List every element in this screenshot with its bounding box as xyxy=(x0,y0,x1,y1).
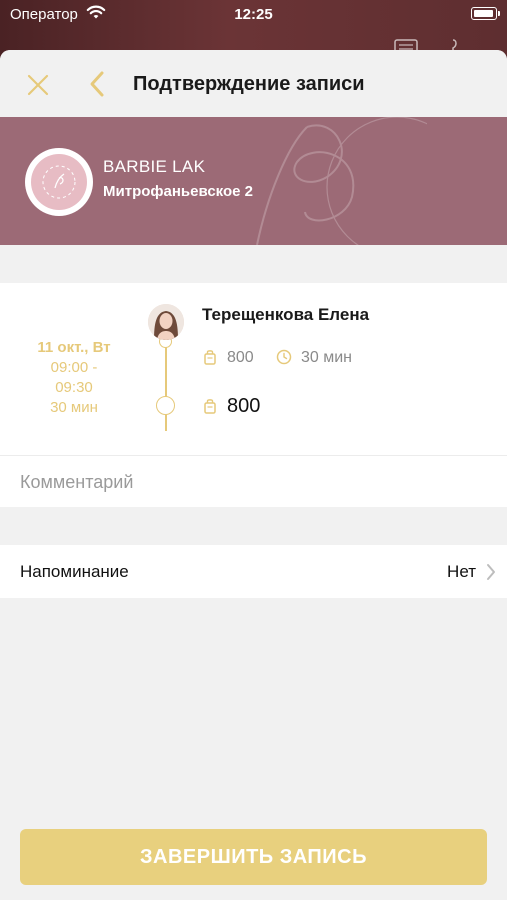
nav-bar: Подтверждение записи xyxy=(0,50,507,117)
booking-confirmation-sheet: Подтверждение записи BARBIE LAK Митрофан… xyxy=(0,50,507,900)
appointment-duration: 30 мин xyxy=(50,399,98,416)
salon-name: BARBIE LAK xyxy=(103,157,206,176)
appointment-time-start: 09:00 - xyxy=(50,359,98,376)
appointment-date: 11 окт., Вт xyxy=(37,339,111,356)
appointment-datetime: 11 окт., Вт 09:00 - 09:30 30 мин xyxy=(14,338,134,418)
reminder-row[interactable]: Напоминание Нет xyxy=(0,545,507,598)
appointment-card: 11 окт., Вт 09:00 - 09:30 30 мин Терещен… xyxy=(0,283,507,455)
salon-logo xyxy=(25,148,93,216)
chevron-right-icon xyxy=(485,562,497,582)
price-tag-icon xyxy=(203,349,217,365)
total-price-icon xyxy=(203,398,217,414)
master-avatar[interactable] xyxy=(148,304,184,340)
master-name: Терещенкова Елена xyxy=(202,305,370,324)
reminder-value: Нет xyxy=(447,562,476,581)
service-duration: 30 мин xyxy=(301,349,353,366)
total-price: 800 xyxy=(227,395,261,417)
status-bar: Оператор 12:25 xyxy=(0,0,507,30)
salon-banner[interactable]: BARBIE LAK Митрофаньевское 2 xyxy=(0,117,507,245)
complete-booking-button[interactable]: ЗАВЕРШИТЬ ЗАПИСЬ xyxy=(20,829,487,885)
clock-icon xyxy=(276,349,292,365)
timeline-end-dot xyxy=(156,396,175,415)
battery-icon xyxy=(471,7,500,20)
comment-input[interactable] xyxy=(20,468,480,496)
appointment-time-end: 09:30 xyxy=(55,379,93,396)
page-title: Подтверждение записи xyxy=(133,73,365,95)
salon-watermark xyxy=(187,117,468,245)
timeline-line xyxy=(165,339,167,431)
comment-row xyxy=(0,455,507,507)
chevron-left-icon[interactable] xyxy=(87,70,107,98)
clock: 12:25 xyxy=(234,6,273,23)
salon-logo-image xyxy=(31,154,87,210)
close-icon[interactable] xyxy=(26,73,50,97)
reminder-label: Напоминание xyxy=(20,562,129,581)
salon-address: Митрофаньевское 2 xyxy=(103,183,253,200)
service-price: 800 xyxy=(227,349,254,366)
